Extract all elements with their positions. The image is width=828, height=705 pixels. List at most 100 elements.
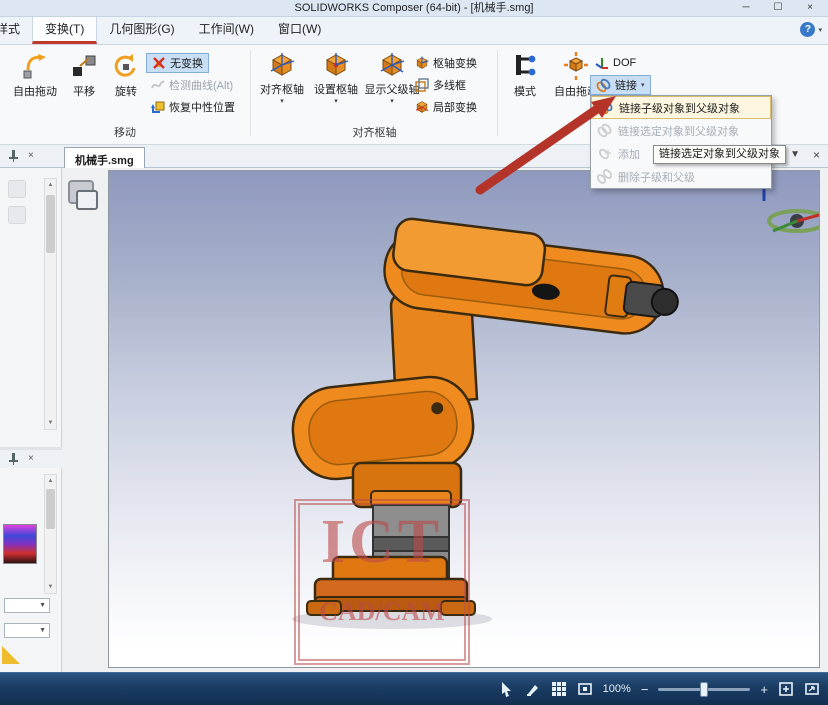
tool-icon-placeholder[interactable] <box>8 180 26 198</box>
tab-workshop[interactable]: 工作间(W) <box>187 17 266 44</box>
show-parent-axis-cube-icon <box>380 53 405 76</box>
pivot-transform-option[interactable]: 枢轴变换 <box>410 53 482 73</box>
button-label: 平移 <box>73 86 95 98</box>
scroll-down-icon[interactable]: ▼ <box>45 581 56 593</box>
close-button[interactable]: × <box>794 0 826 16</box>
free-drag-button[interactable]: 自由拖动 <box>8 49 62 99</box>
chevron-down-icon: ▾ <box>280 98 284 105</box>
option-label: DOF <box>613 57 637 69</box>
menu-bar: 样式 变换(T) 几何图形(G) 工作间(W) 窗口(W) ? ▾ <box>0 17 828 45</box>
app-window: SOLIDWORKS Composer (64-bit) - [机械手.smg]… <box>0 0 828 705</box>
left-panel1-header: × <box>0 145 62 168</box>
detect-curve-option: 检测曲线(Alt) <box>146 75 238 95</box>
left-panel2: ▲ ▼ ▼ ▼ <box>0 468 62 672</box>
panel-close-icon[interactable]: × <box>28 151 34 161</box>
dof-option[interactable]: DOF <box>590 53 641 73</box>
scrollbar-thumb[interactable] <box>46 489 55 529</box>
status-bar: 100% − + <box>0 672 828 705</box>
panel2-scrollbar[interactable]: ▲ ▼ <box>44 474 57 594</box>
select-pointer-icon[interactable] <box>499 681 515 697</box>
chevron-down-icon: ▾ <box>390 98 394 105</box>
watermark: ICT CAD/CAM <box>294 499 470 665</box>
restore-neutral-option[interactable]: 恢复中性位置 <box>146 97 240 117</box>
zoom-slider-thumb[interactable] <box>700 681 709 697</box>
stacked-page-front <box>76 190 98 210</box>
left-panel2-header: × <box>0 450 62 468</box>
rotate-icon <box>114 54 136 77</box>
no-transform-option[interactable]: 无变换 <box>146 53 209 73</box>
dof-icon <box>595 58 608 69</box>
ribbon-tabs: 样式 变换(T) 几何图形(G) 工作间(W) 窗口(W) <box>0 17 828 44</box>
tab-style[interactable]: 样式 <box>0 17 32 44</box>
panel2-dropdown[interactable]: ▼ <box>4 623 50 638</box>
translate-icon <box>73 55 96 76</box>
panel2-dropdown[interactable]: ▼ <box>4 598 50 613</box>
no-transform-icon <box>153 57 165 69</box>
window-title: SOLIDWORKS Composer (64-bit) - [机械手.smg] <box>294 2 534 14</box>
option-label: 检测曲线(Alt) <box>169 80 234 92</box>
tab-window[interactable]: 窗口(W) <box>266 17 333 44</box>
scroll-up-icon[interactable]: ▲ <box>45 179 56 191</box>
translate-button[interactable]: 平移 <box>63 49 105 99</box>
panel1-scrollbar[interactable]: ▲ ▼ <box>44 178 57 430</box>
chevron-down-icon: ▾ <box>818 26 822 34</box>
status-toolbar: 100% − + <box>499 673 820 705</box>
assembly-free-drag-icon <box>564 52 588 80</box>
option-label: 无变换 <box>170 58 203 70</box>
color-gradient-strip[interactable] <box>3 524 37 564</box>
viewport-canvas[interactable]: ICT CAD/CAM <box>108 170 820 668</box>
scroll-up-icon[interactable]: ▲ <box>45 475 56 487</box>
grid-icon[interactable] <box>551 681 567 697</box>
left-panel1: ▲ ▼ <box>0 168 62 447</box>
minimize-button[interactable]: ─ <box>730 0 762 16</box>
zoom-level: 100% <box>602 683 631 695</box>
scroll-down-icon[interactable]: ▼ <box>45 417 56 429</box>
align-pivot-button[interactable]: 对齐枢轴 ▾ <box>254 49 310 105</box>
group-label-move: 移动 <box>114 127 136 139</box>
group-separator <box>250 50 251 136</box>
watermark-line2: CAD/CAM <box>319 597 445 626</box>
zoom-in-button[interactable]: + <box>760 683 768 696</box>
restore-neutral-icon <box>151 101 165 113</box>
align-pivot-cube-icon <box>270 53 295 76</box>
tooltip: 链接选定对象到父级对象 <box>653 145 786 164</box>
fit-screen-icon[interactable] <box>577 681 593 697</box>
option-label: 恢复中性位置 <box>169 102 235 114</box>
tab-close-icon[interactable]: × <box>813 148 820 162</box>
zoom-out-button[interactable]: − <box>641 683 649 696</box>
scrollbar-thumb[interactable] <box>46 195 55 253</box>
tab-transform[interactable]: 变换(T) <box>32 17 98 44</box>
pin-icon[interactable] <box>9 453 18 465</box>
document-tab[interactable]: 机械手.smg <box>64 147 145 168</box>
viewport-frame: ICT CAD/CAM <box>62 168 828 672</box>
button-label: 旋转 <box>115 86 137 98</box>
tab-geometry[interactable]: 几何图形(G) <box>97 17 186 44</box>
option-label: 枢轴变换 <box>433 58 477 70</box>
pin-icon[interactable] <box>9 150 18 162</box>
rotate-button[interactable]: 旋转 <box>106 49 146 99</box>
paint-style-icon[interactable] <box>525 681 541 697</box>
annotation-arrow <box>475 96 616 195</box>
pivot-transform-icon <box>416 56 429 69</box>
chevron-down-icon: ▾ <box>334 98 338 105</box>
detect-curve-icon <box>151 80 165 89</box>
capture-views-icon[interactable] <box>68 180 104 216</box>
tool-icon-placeholder[interactable] <box>8 206 26 224</box>
watermark-line1: ICT <box>320 508 444 576</box>
zoom-slider[interactable] <box>658 681 751 697</box>
fullscreen-icon[interactable] <box>804 681 820 697</box>
title-bar: SOLIDWORKS Composer (64-bit) - [机械手.smg]… <box>0 0 828 17</box>
set-pivot-button[interactable]: 设置枢轴 ▾ <box>311 49 361 105</box>
panel-close-icon[interactable]: × <box>28 454 34 464</box>
corner-marker <box>2 646 20 664</box>
button-label: 设置枢轴 <box>314 84 358 96</box>
zoom-extents-icon[interactable] <box>778 681 794 697</box>
help-control[interactable]: ? ▾ <box>800 22 822 37</box>
help-icon[interactable]: ? <box>800 22 816 37</box>
button-label: 自由拖动 <box>13 86 57 98</box>
maximize-button[interactable]: ☐ <box>762 0 794 16</box>
button-label: 对齐枢轴 <box>260 84 304 96</box>
tab-list-chevron-icon[interactable]: ▼ <box>790 149 800 160</box>
free-drag-icon <box>23 54 46 79</box>
window-controls: ─ ☐ × <box>730 0 826 16</box>
